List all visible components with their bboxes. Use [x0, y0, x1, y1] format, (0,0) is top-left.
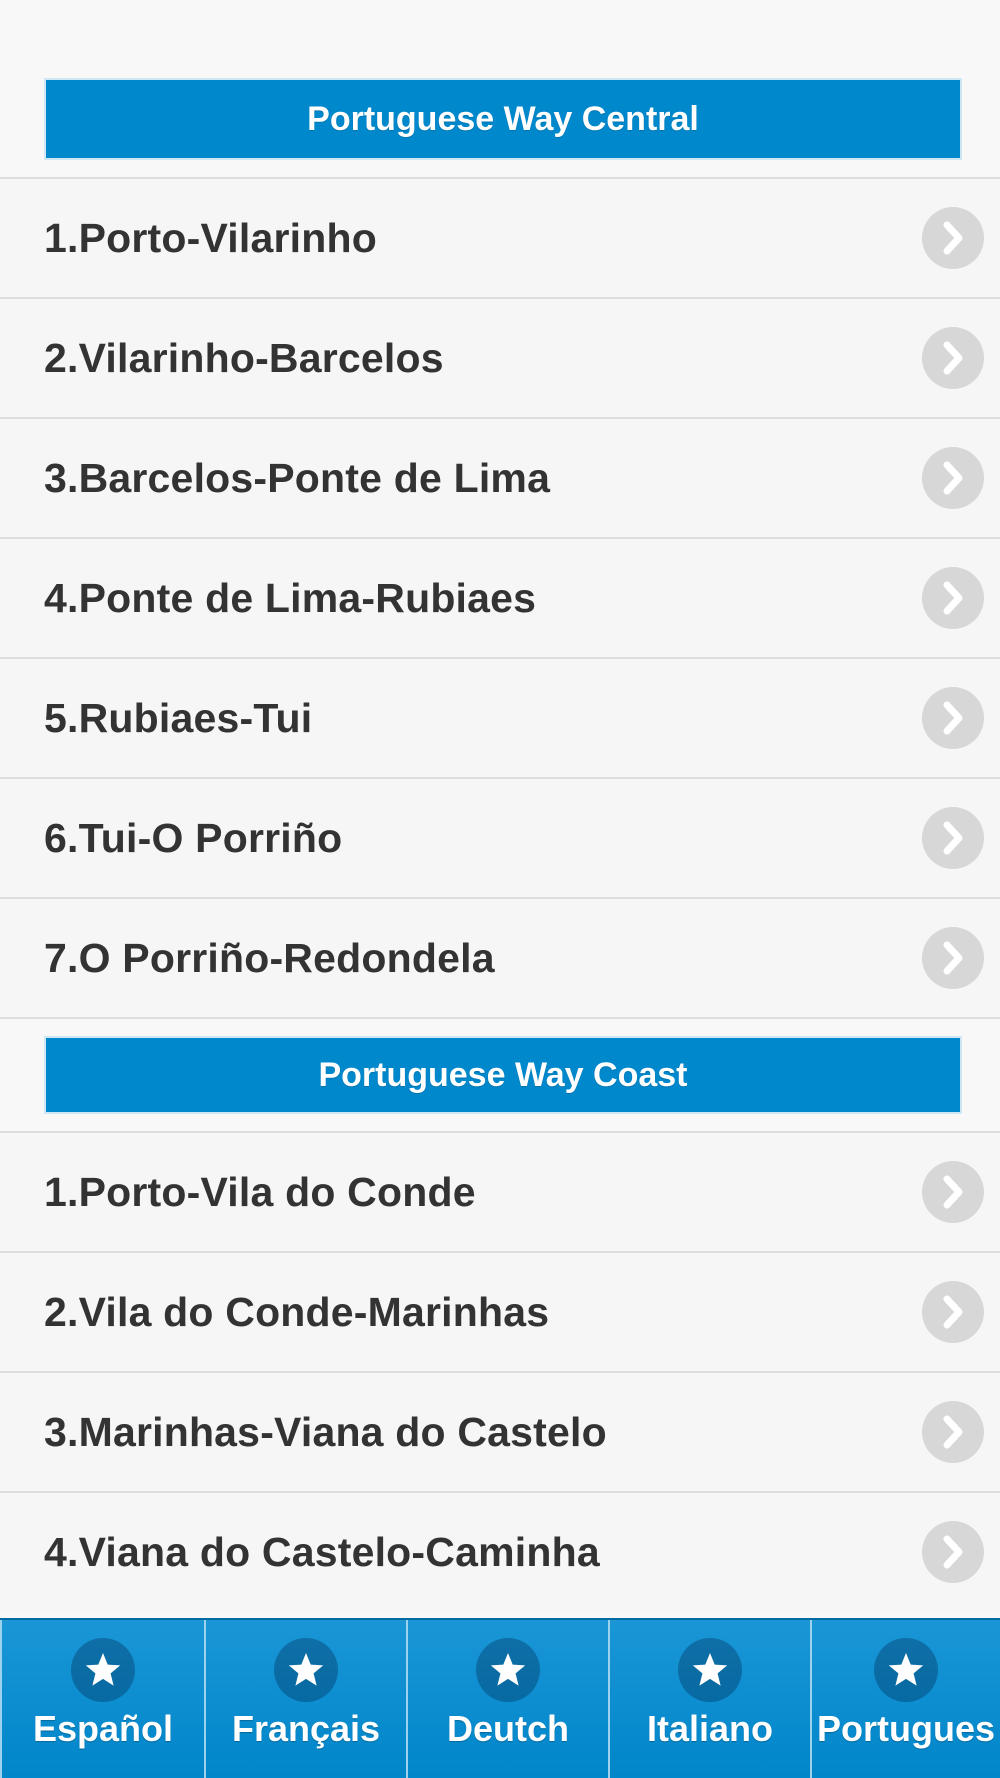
tab-label: Portugues	[816, 1708, 995, 1749]
chevron-right-icon	[922, 1281, 984, 1343]
section-header-central: Portuguese Way Central	[44, 78, 962, 160]
star-icon	[274, 1638, 338, 1702]
list-item-label: 7.O Porriño-Redondela	[44, 934, 495, 981]
top-spacer	[0, 0, 1000, 78]
list-item-label: 3.Barcelos-Ponte de Lima	[44, 454, 551, 501]
list-item[interactable]: 4.Ponte de Lima-Rubiaes	[0, 537, 1000, 657]
section-header-wrap-central: Portuguese Way Central	[0, 78, 1000, 160]
tab-espanol[interactable]: Español	[0, 1620, 204, 1778]
list-item[interactable]: 6.Tui-O Porriño	[0, 777, 1000, 897]
list-item[interactable]: 3.Marinhas-Viana do Castelo	[0, 1371, 1000, 1491]
list-item[interactable]: 4.Viana do Castelo-Caminha	[0, 1491, 1000, 1611]
list-item-label: 4.Viana do Castelo-Caminha	[44, 1528, 600, 1575]
chevron-right-icon	[922, 207, 984, 269]
star-icon	[476, 1638, 540, 1702]
tab-portugues[interactable]: Portugues	[810, 1620, 1000, 1778]
section-header-coast-label: Portuguese Way Coast	[318, 1055, 688, 1094]
chevron-right-icon	[922, 1521, 984, 1583]
list-item-label: 1.Porto-Vila do Conde	[44, 1168, 476, 1215]
section-header-coast: Portuguese Way Coast	[44, 1036, 962, 1114]
list-item-label: 3.Marinhas-Viana do Castelo	[44, 1408, 607, 1455]
section-divider: Portuguese Way Coast	[0, 1017, 1000, 1131]
tab-label: Deutch	[446, 1708, 569, 1749]
route-list-coast: 1.Porto-Vila do Conde 2.Vila do Conde-Ma…	[0, 1131, 1000, 1611]
star-icon	[71, 1638, 135, 1702]
star-icon	[874, 1638, 938, 1702]
tab-francais[interactable]: Français	[204, 1620, 406, 1778]
list-item[interactable]: 2.Vila do Conde-Marinhas	[0, 1251, 1000, 1371]
chevron-right-icon	[922, 1161, 984, 1223]
section-header-central-label: Portuguese Way Central	[307, 99, 699, 138]
language-tabbar: Español Français Deutch Italiano Portugu…	[0, 1618, 1000, 1778]
chevron-right-icon	[922, 567, 984, 629]
tab-italiano[interactable]: Italiano	[608, 1620, 810, 1778]
tab-deutch[interactable]: Deutch	[406, 1620, 608, 1778]
list-item[interactable]: 1.Porto-Vilarinho	[0, 177, 1000, 297]
route-list-central: 1.Porto-Vilarinho 2.Vilarinho-Barcelos 3…	[0, 177, 1000, 1017]
list-item-label: 5.Rubiaes-Tui	[44, 694, 313, 741]
tab-label: Italiano	[646, 1708, 774, 1749]
tab-label: Français	[231, 1708, 381, 1749]
chevron-right-icon	[922, 807, 984, 869]
tab-label: Español	[32, 1708, 174, 1749]
list-item-label: 1.Porto-Vilarinho	[44, 214, 377, 261]
chevron-right-icon	[922, 447, 984, 509]
star-icon	[678, 1638, 742, 1702]
list-item[interactable]: 5.Rubiaes-Tui	[0, 657, 1000, 777]
list-item[interactable]: 3.Barcelos-Ponte de Lima	[0, 417, 1000, 537]
list-item-label: 2.Vila do Conde-Marinhas	[44, 1288, 550, 1335]
list-item-label: 4.Ponte de Lima-Rubiaes	[44, 574, 537, 621]
list-item[interactable]: 1.Porto-Vila do Conde	[0, 1131, 1000, 1251]
chevron-right-icon	[922, 687, 984, 749]
list-item[interactable]: 7.O Porriño-Redondela	[0, 897, 1000, 1017]
list-item[interactable]: 2.Vilarinho-Barcelos	[0, 297, 1000, 417]
chevron-right-icon	[922, 927, 984, 989]
section-header-wrap-coast: Portuguese Way Coast	[0, 1036, 1000, 1114]
page: Portuguese Way Central 1.Porto-Vilarinho…	[0, 0, 1000, 1778]
list-item-label: 2.Vilarinho-Barcelos	[44, 334, 444, 381]
chevron-right-icon	[922, 1401, 984, 1463]
chevron-right-icon	[922, 327, 984, 389]
list-item-label: 6.Tui-O Porriño	[44, 814, 343, 861]
